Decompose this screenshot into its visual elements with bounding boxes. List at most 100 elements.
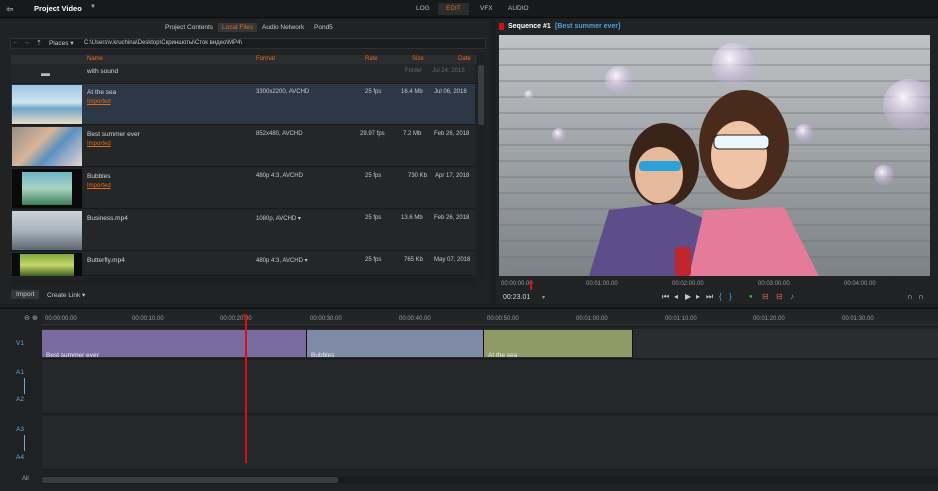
- track-link-line: [24, 378, 25, 394]
- viewer-ruler-label: 00:00:00.00: [501, 281, 533, 287]
- tab-audio-network[interactable]: Audio Network: [258, 23, 308, 32]
- import-button[interactable]: Import: [11, 290, 40, 299]
- column-date[interactable]: Date: [458, 56, 471, 62]
- file-size: 13.6 Mb: [401, 215, 423, 221]
- timeline-clip[interactable]: At the sea: [484, 330, 633, 359]
- timeline-panel: ⊖ ⊕ 00:00:00.00 00:00:10.00 00:00:20.00 …: [0, 308, 938, 491]
- file-row[interactable]: Business.mp4 1080p, AVCHD ▾ 25 fps 13.6 …: [11, 210, 475, 251]
- column-format[interactable]: Format: [256, 56, 275, 62]
- tab-audio[interactable]: AUDIO: [500, 3, 537, 15]
- folder-name: with sound: [87, 68, 119, 75]
- file-format: 480p 4:3, AVCHD: [256, 173, 303, 179]
- file-list-vertical-scrollbar[interactable]: [477, 55, 485, 277]
- tab-log[interactable]: LOG: [408, 3, 438, 15]
- file-date: May 07, 2018: [434, 257, 471, 263]
- timecode-dropdown-caret-icon[interactable]: ▾: [542, 294, 545, 301]
- ruler-label: 00:00:10.00: [132, 316, 164, 322]
- ruler-label: 00:01:00.00: [576, 316, 608, 322]
- go-to-start-icon[interactable]: ⏮: [662, 292, 669, 302]
- track-label-a3[interactable]: A3: [0, 426, 40, 433]
- track-a1-a2[interactable]: [42, 360, 938, 414]
- video-preview[interactable]: [499, 35, 930, 276]
- loop-icon[interactable]: ∩: [907, 292, 913, 301]
- file-row[interactable]: Bubbles Imported 480p 4:3, AVCHD 25 fps …: [11, 168, 475, 209]
- folder-icon: ▬: [41, 68, 50, 78]
- file-browser-panel: Project Contents Local Files Audio Netwo…: [0, 19, 490, 304]
- timeline-horizontal-scrollbar[interactable]: [42, 476, 938, 484]
- back-arrow-icon[interactable]: ←: [12, 39, 19, 46]
- ruler-label: 00:00:50.00: [487, 316, 519, 322]
- project-menu-caret-icon[interactable]: ▼: [90, 4, 96, 10]
- column-size[interactable]: Size: [412, 56, 424, 62]
- track-label-a1[interactable]: A1: [0, 369, 40, 376]
- loop-out-icon[interactable]: ∩: [918, 292, 924, 301]
- timeline-playhead[interactable]: [245, 315, 247, 463]
- clip-label: At the sea: [488, 352, 518, 359]
- file-status[interactable]: Imported: [87, 183, 111, 189]
- tab-local-files[interactable]: Local Files: [218, 23, 258, 32]
- file-list-horizontal-scrollbar[interactable]: [11, 278, 477, 286]
- zoom-in-icon[interactable]: ⊕: [32, 314, 38, 322]
- folder-date: Jul 24, 2018: [432, 68, 465, 74]
- viewer-ruler-label: 00:01:00.00: [586, 281, 618, 287]
- thumbnail: [12, 127, 82, 166]
- file-rate: 25 fps: [365, 89, 382, 95]
- add-marker-icon[interactable]: ●: [749, 294, 753, 300]
- play-icon[interactable]: ▶: [685, 292, 691, 301]
- create-link-dropdown[interactable]: Create Link ▾: [47, 291, 85, 299]
- viewer-playhead[interactable]: [530, 280, 532, 290]
- mark-out-icon[interactable]: }: [729, 292, 732, 301]
- column-name[interactable]: Name: [87, 56, 103, 62]
- mark-in-icon[interactable]: {: [719, 292, 722, 301]
- folder-row[interactable]: ▬ with sound Folder Jul 24, 2018: [11, 64, 475, 84]
- timeline-clip[interactable]: Bubbles: [307, 330, 484, 359]
- tab-vfx[interactable]: VFX: [472, 3, 501, 15]
- file-format[interactable]: 480p 4:3, AVCHD ▾: [256, 257, 308, 264]
- tab-project-contents[interactable]: Project Contents: [161, 23, 217, 32]
- track-a3-a4[interactable]: [42, 416, 938, 470]
- file-list-header: Name Format Rate Size Date: [11, 55, 477, 64]
- track-link-line: [24, 435, 25, 451]
- microphone-icon[interactable]: ♪: [790, 292, 794, 301]
- file-status[interactable]: Imported: [87, 141, 111, 147]
- file-format: 3300x2200, AVCHD: [256, 89, 310, 95]
- forward-arrow-icon[interactable]: →: [23, 39, 30, 46]
- sequence-name: [Best summer ever]: [555, 23, 621, 30]
- exit-icon[interactable]: ⇦: [6, 4, 14, 15]
- folder-size: Folder: [405, 68, 423, 74]
- column-rate[interactable]: Rate: [365, 56, 378, 62]
- file-row[interactable]: Best summer ever Imported 852x480, AVCHD…: [11, 126, 475, 167]
- tab-pond5[interactable]: Pond5: [310, 23, 337, 32]
- timecode-display[interactable]: 00:23.01: [503, 294, 530, 301]
- path-text[interactable]: C:\Users\v.kruchina\Desktop\Скриншоты\Ст…: [84, 40, 242, 46]
- track-label-v1[interactable]: V1: [0, 340, 40, 347]
- thumbnail: [12, 85, 82, 124]
- file-row[interactable]: Butterfly.mp4 480p 4:3, AVCHD ▾ 25 fps 7…: [11, 252, 475, 276]
- places-dropdown[interactable]: Places ▾: [49, 39, 74, 47]
- file-size: 765 Kb: [404, 257, 424, 263]
- track-label-a2[interactable]: A2: [0, 396, 40, 403]
- step-forward-icon[interactable]: ▸: [696, 292, 700, 301]
- file-date: Feb 26, 2018: [434, 131, 470, 137]
- insert-icon[interactable]: ⊟: [762, 292, 769, 301]
- viewer-ruler-label: 00:03:00.00: [758, 281, 790, 287]
- tab-edit[interactable]: EDIT: [438, 3, 469, 15]
- path-bar: [10, 38, 486, 49]
- record-indicator-icon: [499, 23, 504, 30]
- overwrite-icon[interactable]: ⊟: [776, 292, 783, 301]
- places-label: Places: [49, 40, 69, 47]
- file-format[interactable]: 1080p, AVCHD ▾: [256, 215, 301, 222]
- timeline-clip[interactable]: Best summer ever: [42, 330, 307, 359]
- zoom-out-icon[interactable]: ⊖: [24, 314, 30, 322]
- sequence-title: Sequence #1: [508, 23, 551, 30]
- file-size: 7.2 Mb: [403, 131, 422, 137]
- playhead-handle-icon[interactable]: ▼: [241, 312, 249, 321]
- file-name: Bubbles: [87, 173, 111, 180]
- track-label-a4[interactable]: A4: [0, 454, 40, 461]
- up-folder-icon[interactable]: ⇡: [36, 39, 42, 47]
- file-status[interactable]: Imported: [87, 99, 111, 105]
- file-row[interactable]: At the sea Imported 3300x2200, AVCHD 25 …: [11, 84, 475, 125]
- go-to-end-icon[interactable]: ⏭: [706, 292, 713, 302]
- all-tracks-label: All: [22, 476, 29, 482]
- step-back-icon[interactable]: ◂: [674, 292, 678, 301]
